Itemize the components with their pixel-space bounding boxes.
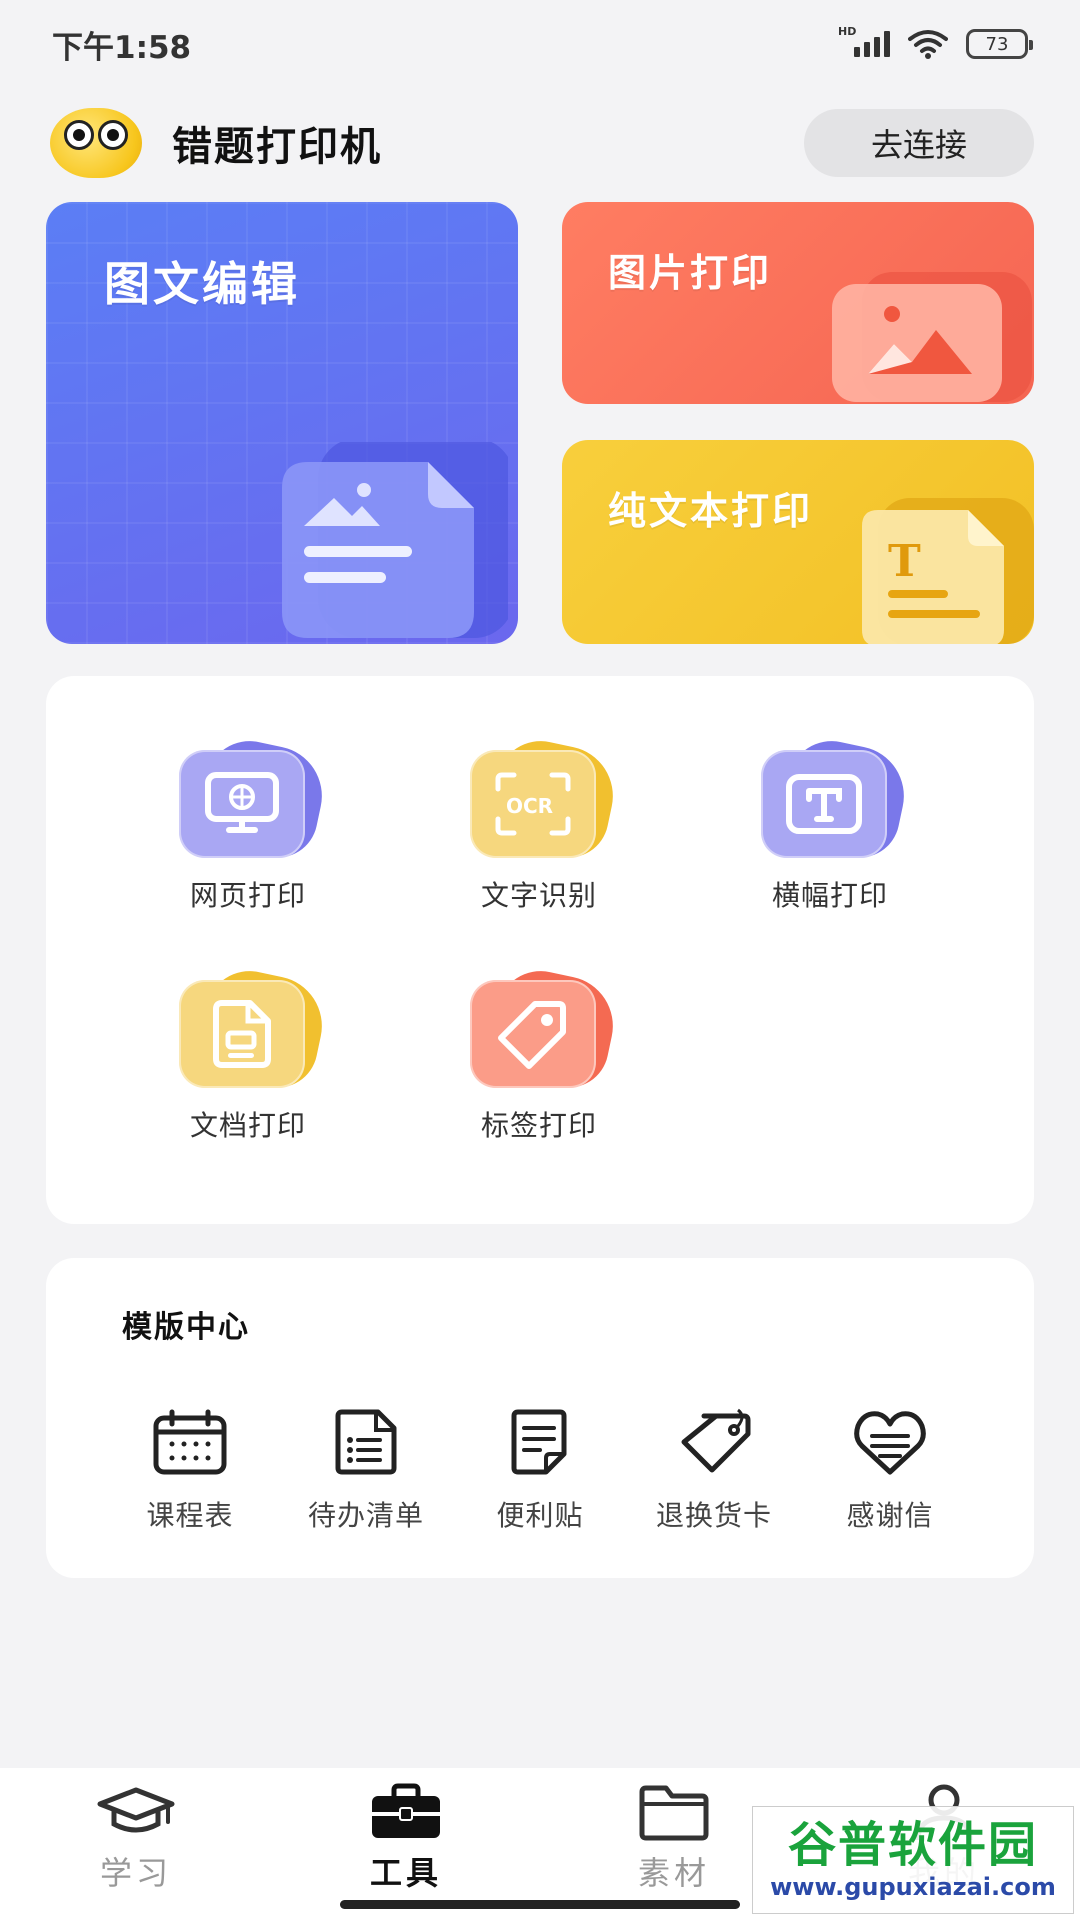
tool-label: 标签打印	[480, 1109, 597, 1142]
tool-label: 横幅打印	[771, 879, 888, 912]
tool-label: 文档打印	[189, 1109, 306, 1142]
ocr-icon: OCR	[495, 772, 571, 836]
tool-label: 网页打印	[189, 879, 306, 912]
monitor-globe-icon	[205, 772, 279, 833]
template-sticky-note[interactable]: 便利贴	[460, 1408, 620, 1534]
tag-icon	[498, 1001, 566, 1069]
document-print-tool[interactable]: 文档打印	[148, 962, 348, 1144]
network-type-label: HD	[838, 25, 857, 38]
ocr-tool[interactable]: OCR 文字识别	[439, 732, 639, 914]
folder-icon	[639, 1785, 709, 1841]
banner-t-icon	[786, 774, 862, 834]
template-label: 课程表	[146, 1499, 234, 1532]
card-title: 纯文本打印	[608, 489, 814, 533]
text-document-icon: T	[862, 498, 1034, 644]
signal-icon: HD	[838, 25, 890, 57]
app-title: 错题打印机	[172, 124, 382, 170]
image-text-edit-card[interactable]: 图文编辑	[46, 202, 518, 644]
tool-label: 文字识别	[480, 879, 597, 912]
template-label: 待办清单	[307, 1499, 424, 1532]
photo-icon	[832, 272, 1032, 402]
status-bar: 下午1:58 HD 73	[0, 0, 1080, 88]
template-center-panel: 模版中心 课程表 待办清单 便利贴 退换货卡 感谢信	[46, 1258, 1034, 1578]
toolbox-icon	[372, 1783, 440, 1838]
return-card-icon	[681, 1408, 751, 1473]
nav-label: 学习	[99, 1854, 172, 1892]
nav-label: 工具	[369, 1854, 442, 1892]
nav-tab-study[interactable]: 学习	[56, 1782, 216, 1894]
card-title: 图文编辑	[104, 257, 300, 311]
template-label: 退换货卡	[655, 1499, 772, 1532]
nav-tab-tools[interactable]: 工具	[326, 1782, 486, 1894]
watermark: 谷普软件园 www.gupuxiazai.com	[752, 1806, 1074, 1914]
template-label: 感谢信	[846, 1499, 934, 1532]
connect-button[interactable]: 去连接	[804, 109, 1034, 177]
graduation-cap-icon	[97, 1787, 175, 1833]
app-header: 错题打印机 去连接	[50, 104, 1034, 182]
template-todo-list[interactable]: 待办清单	[286, 1408, 446, 1534]
watermark-name: 谷普软件园	[787, 1817, 1038, 1873]
nav-label: 素材	[637, 1854, 710, 1892]
image-document-icon	[282, 442, 508, 638]
card-title: 图片打印	[608, 251, 773, 295]
wifi-icon	[908, 30, 948, 59]
todo-list-icon	[335, 1409, 397, 1475]
svg-text:T: T	[888, 536, 921, 587]
banner-print-tool[interactable]: 横幅打印	[730, 732, 930, 914]
heart-letter-icon	[854, 1411, 926, 1475]
home-indicator[interactable]	[340, 1900, 740, 1909]
nav-tab-materials[interactable]: 素材	[594, 1782, 754, 1894]
battery-icon: 73	[966, 29, 1033, 59]
web-print-tool[interactable]: 网页打印	[148, 732, 348, 914]
app-logo-icon	[50, 108, 142, 178]
watermark-url: www.gupuxiazai.com	[770, 1873, 1056, 1901]
svg-text:OCR: OCR	[506, 794, 553, 818]
photo-print-card[interactable]: 图片打印	[562, 202, 1034, 404]
template-label: 便利贴	[496, 1499, 584, 1532]
tools-panel: 网页打印 OCR 文字识别 横幅打印 文档打印 标签打印	[46, 676, 1034, 1224]
template-thank-you-letter[interactable]: 感谢信	[810, 1408, 970, 1534]
template-schedule[interactable]: 课程表	[110, 1408, 270, 1534]
battery-level: 73	[985, 33, 1009, 55]
calendar-icon	[153, 1409, 227, 1475]
template-return-card[interactable]: 退换货卡	[634, 1408, 794, 1534]
document-icon	[213, 1000, 271, 1068]
status-icons: HD 73	[838, 25, 1033, 59]
status-time: 下午1:58	[52, 29, 192, 66]
tag-print-tool[interactable]: 标签打印	[439, 962, 639, 1144]
template-center-title: 模版中心	[122, 1310, 250, 1345]
sticky-note-icon	[511, 1409, 567, 1475]
plain-text-print-card[interactable]: 纯文本打印 T	[562, 440, 1034, 644]
